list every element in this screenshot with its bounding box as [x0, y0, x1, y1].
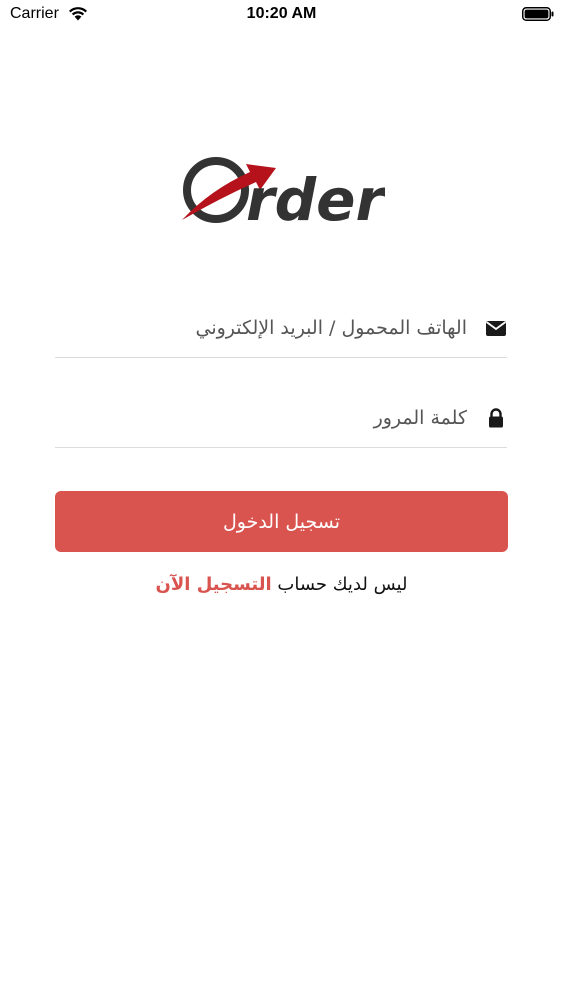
order-logo: rder: [182, 157, 385, 230]
battery-icon: [522, 7, 554, 21]
status-bar: Carrier 10:20 AM: [0, 0, 563, 30]
register-now-link[interactable]: التسجيل الآن: [156, 574, 272, 595]
password-input[interactable]: [55, 398, 467, 438]
envelope-icon: [485, 321, 507, 336]
register-prompt: ليس لديك حساب: [271, 574, 408, 595]
logo-text: rder: [246, 166, 385, 230]
email-field-row: [55, 298, 507, 358]
lock-icon: [489, 408, 503, 428]
login-screen: Carrier 10:20 AM rder ت: [0, 0, 563, 1000]
email-phone-input[interactable]: [55, 308, 467, 348]
status-time: 10:20 AM: [246, 5, 317, 22]
password-field-row: [55, 388, 507, 448]
register-prompt-row: ليس لديك حساب التسجيل الآن: [0, 574, 563, 595]
login-button[interactable]: تسجيل الدخول: [55, 491, 508, 552]
